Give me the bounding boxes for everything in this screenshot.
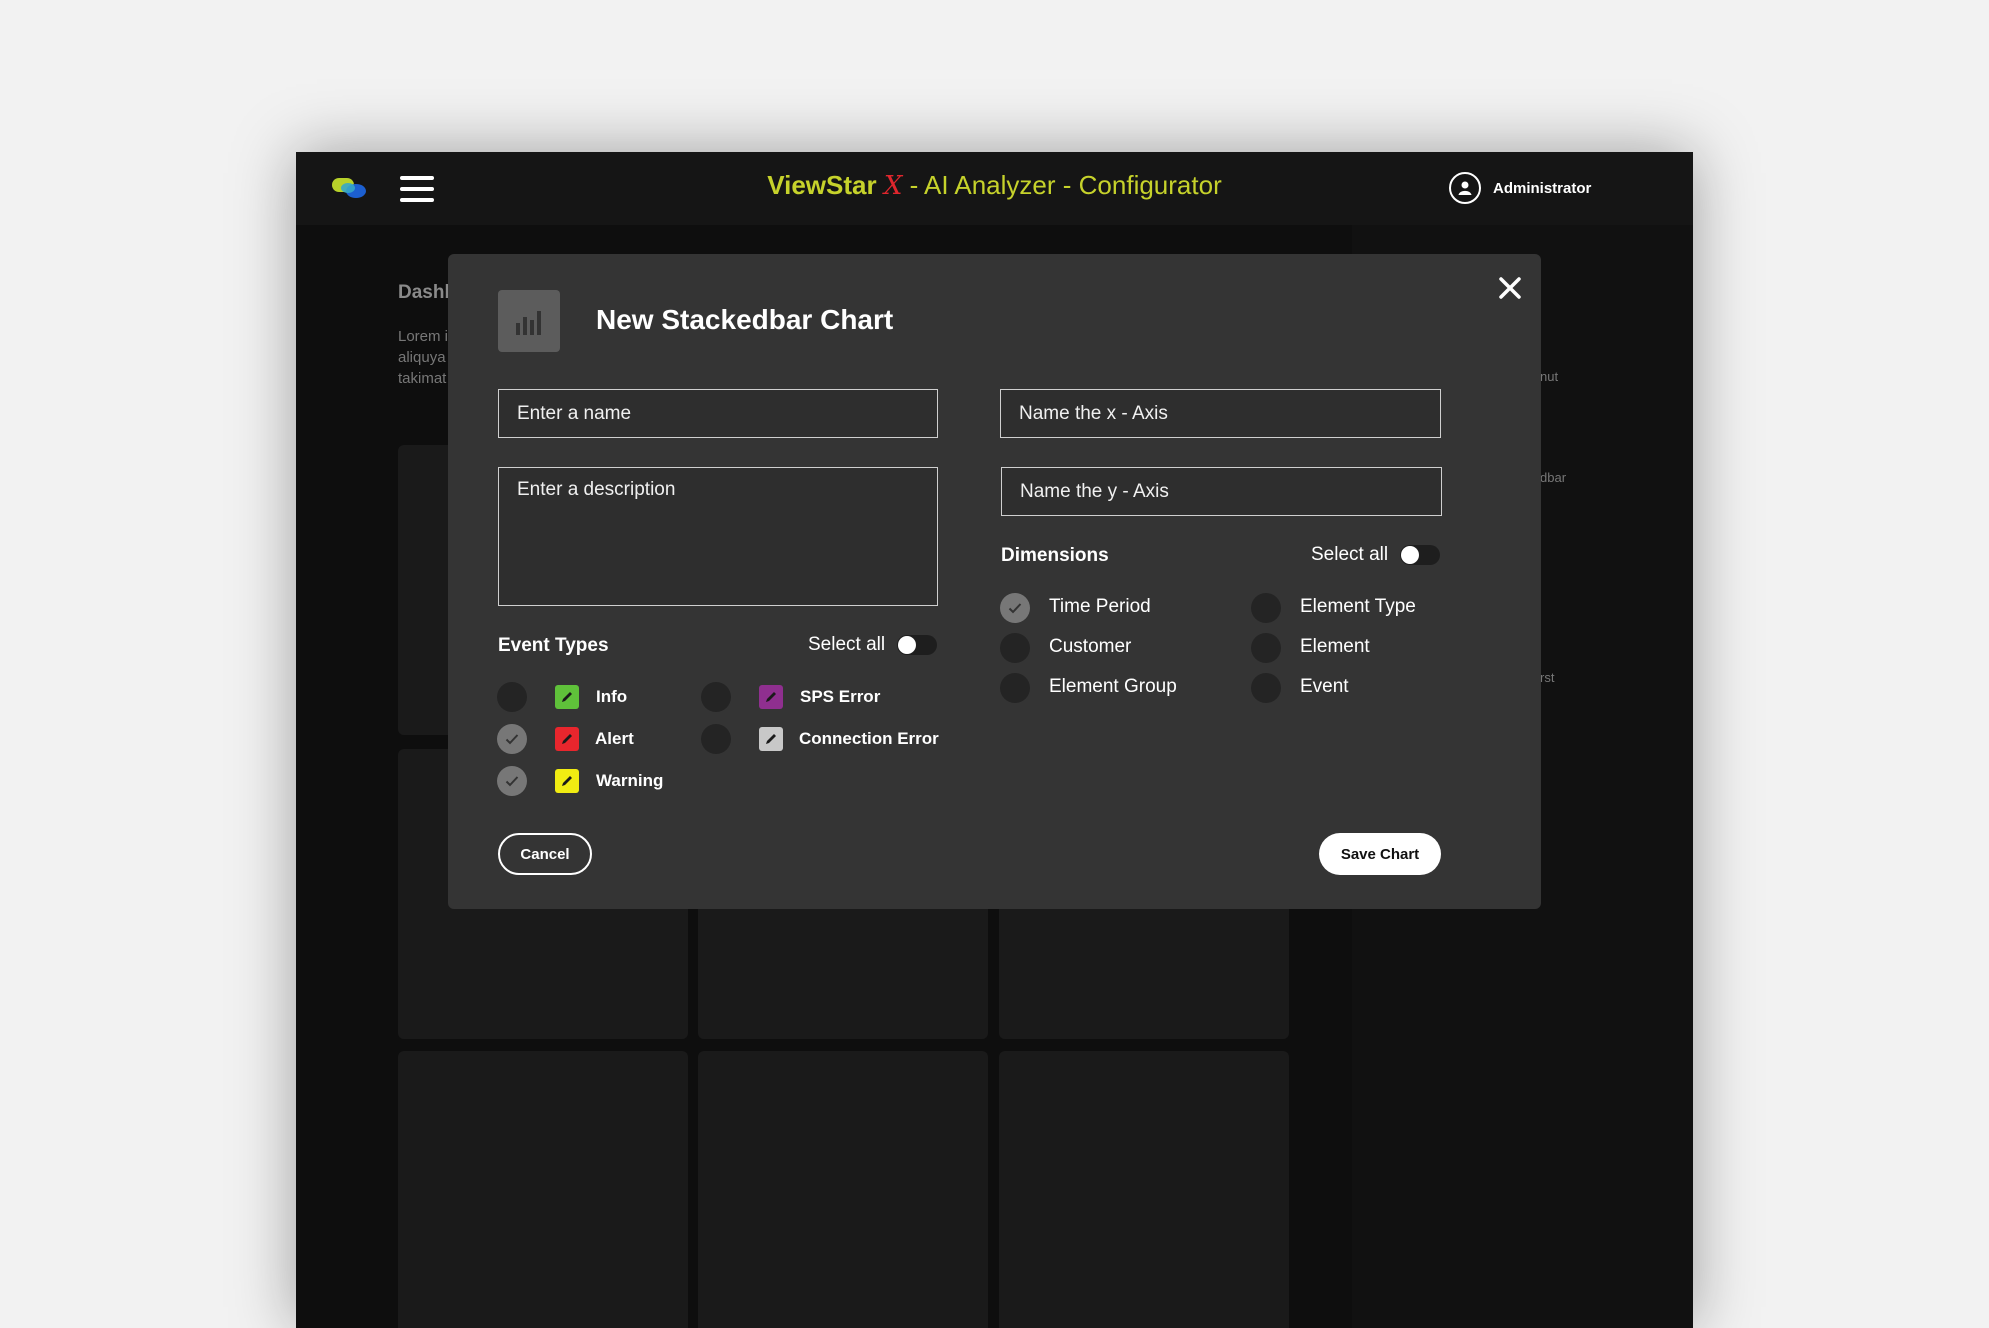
- event-types-select-all-toggle[interactable]: [897, 635, 938, 655]
- chart-description-input[interactable]: [498, 467, 938, 606]
- event-info-checkbox[interactable]: [497, 682, 527, 712]
- user-menu[interactable]: Administrator: [1449, 172, 1591, 204]
- x-axis-name-input[interactable]: [1000, 389, 1441, 438]
- background-tile: [999, 1051, 1289, 1328]
- background-text-line: Lorem i: [398, 328, 449, 345]
- new-chart-dialog: New Stackedbar Chart Event Types Select …: [448, 254, 1541, 909]
- event-warning-checkbox[interactable]: [497, 766, 527, 796]
- event-alert-checkbox[interactable]: [497, 724, 527, 754]
- dimension-event-label: Event: [1300, 676, 1349, 697]
- event-types-select-all[interactable]: Select all: [808, 634, 938, 656]
- dimension-time-period-radio[interactable]: [1000, 593, 1030, 623]
- edit-sps-error-color-icon[interactable]: [759, 685, 783, 709]
- background-tile: [698, 1051, 988, 1328]
- background-text-line: takimat: [398, 370, 447, 387]
- event-sps-error-label: SPS Error: [800, 687, 881, 706]
- event-connection-error-checkbox[interactable]: [701, 724, 731, 754]
- user-name: Administrator: [1493, 179, 1592, 197]
- background-side-label: dbar: [1540, 470, 1567, 485]
- event-alert-label: Alert: [595, 729, 634, 748]
- y-axis-name-input[interactable]: [1001, 467, 1442, 516]
- background-text: Lorem i aliquya takimat: [398, 326, 448, 389]
- dimension-customer-radio[interactable]: [1000, 633, 1030, 663]
- event-sps-error-checkbox[interactable]: [701, 682, 731, 712]
- dimensions-select-all[interactable]: Select all: [1311, 544, 1441, 566]
- cancel-button[interactable]: Cancel: [498, 833, 592, 875]
- close-icon[interactable]: [1496, 274, 1524, 302]
- edit-info-color-icon[interactable]: [555, 685, 579, 709]
- dimensions-label: Dimensions: [1001, 545, 1109, 566]
- dimension-element-radio[interactable]: [1251, 633, 1281, 663]
- dimensions-select-all-toggle[interactable]: [1400, 545, 1441, 565]
- bar-chart-icon: [498, 290, 560, 352]
- edit-warning-color-icon[interactable]: [555, 769, 579, 793]
- select-all-label: Select all: [1311, 544, 1389, 565]
- user-icon: [1449, 172, 1481, 204]
- chart-name-input[interactable]: [498, 389, 938, 438]
- dimension-time-period-label: Time Period: [1049, 596, 1151, 617]
- background-side-label: rst: [1540, 670, 1555, 685]
- app-brand-x: X: [883, 171, 903, 201]
- app-brand: ViewStar: [767, 170, 877, 200]
- select-all-label: Select all: [808, 634, 886, 655]
- event-connection-error-label: Connection Error: [799, 729, 939, 748]
- dimension-event-radio[interactable]: [1251, 673, 1281, 703]
- dimension-element-label: Element: [1300, 636, 1370, 657]
- top-bar: ViewStar X - AI Analyzer - Configurator …: [296, 152, 1693, 225]
- dimension-element-type-label: Element Type: [1300, 596, 1416, 617]
- background-side-label: nut: [1540, 369, 1559, 384]
- save-chart-button[interactable]: Save Chart: [1319, 833, 1441, 875]
- event-warning-label: Warning: [596, 771, 664, 790]
- dimension-customer-label: Customer: [1049, 636, 1132, 657]
- event-info-label: Info: [596, 687, 628, 706]
- background-tile: [398, 1051, 688, 1328]
- background-text-line: aliquya: [398, 349, 446, 366]
- dimension-element-group-radio[interactable]: [1000, 673, 1030, 703]
- event-types-label: Event Types: [498, 635, 609, 656]
- edit-connection-error-color-icon[interactable]: [759, 727, 783, 751]
- dialog-title: New Stackedbar Chart: [596, 304, 894, 335]
- app-subtitle: - AI Analyzer - Configurator: [902, 170, 1222, 200]
- edit-alert-color-icon[interactable]: [555, 727, 579, 751]
- dimension-element-type-radio[interactable]: [1251, 593, 1281, 623]
- dimension-element-group-label: Element Group: [1049, 676, 1177, 697]
